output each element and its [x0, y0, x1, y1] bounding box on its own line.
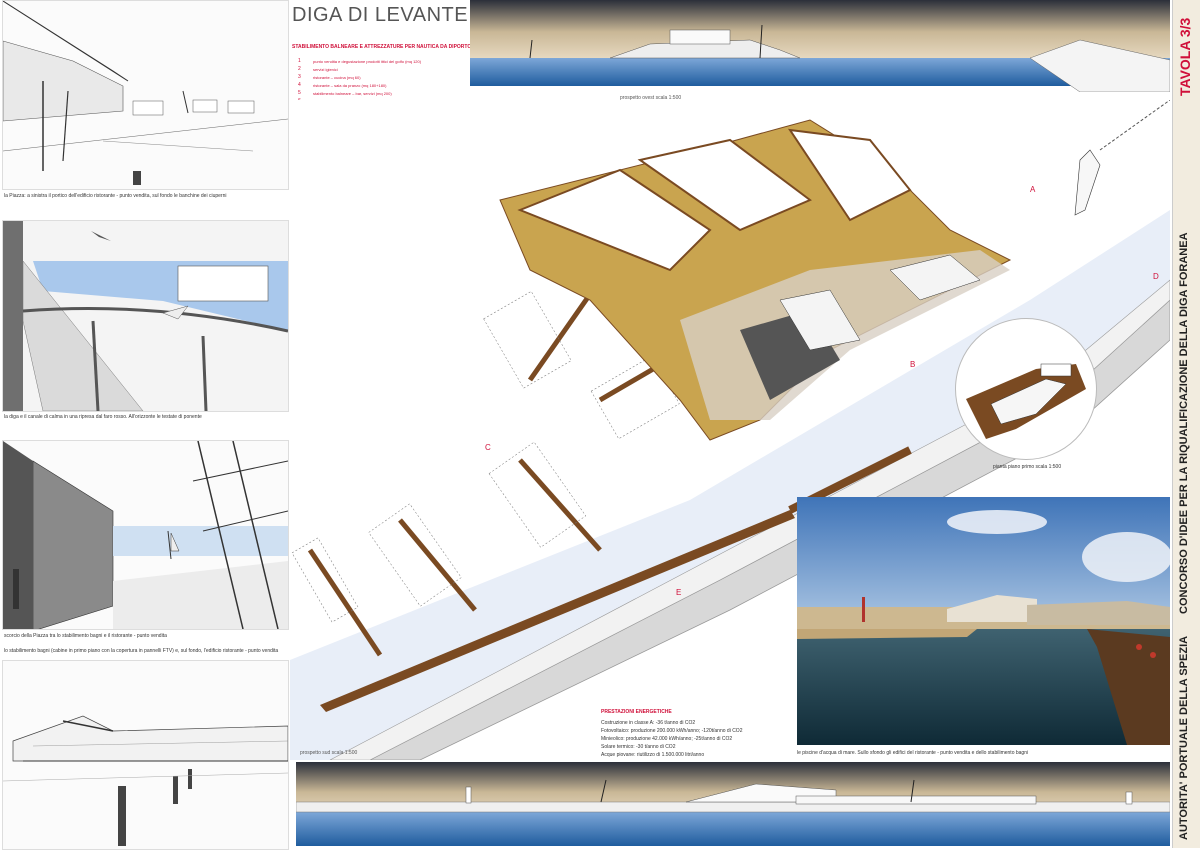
legend-num-text: stabilimento balneare – bar, servizi (mq…: [313, 91, 392, 96]
first-floor-drawing: [966, 363, 1086, 439]
energy-line: Solare termico: -30 t/anno di CO2: [601, 744, 676, 750]
legend-num-text: ristorante – sala da pranzo (mq 180+180): [313, 83, 387, 88]
render-image: [797, 497, 1170, 745]
legend-num-text: ristorante – cucina (mq 60): [313, 75, 361, 80]
sketch-piazza-drawing: [3, 1, 288, 185]
sketch-piazza: [2, 0, 289, 190]
energy-line: Minieolico: produzione 42.000 kWh/anno; …: [601, 736, 733, 742]
legend-num-text: servizi igienici: [313, 67, 338, 72]
sidebar-tavola: TAVOLA 3/3: [1177, 17, 1193, 96]
sidebar-concorso: CONCORSO D'IDEE PER LA RIQUALIFICAZIONE …: [1178, 232, 1190, 614]
elevation-top-drawing: [470, 0, 1171, 93]
legend-num: 3: [298, 74, 301, 80]
caption-elevation-bottom: prospetto sud scala 1:500: [300, 750, 358, 756]
energy-line: Fotovoltaico: produzione 200.000 kWh/ann…: [601, 728, 743, 734]
legend-num: 1: [298, 58, 301, 64]
sketch-diga-drawing: [3, 221, 288, 411]
elevation-bottom: [295, 762, 1171, 846]
render-drawing: [797, 497, 1170, 745]
sketch-scorcio-drawing: [3, 441, 288, 629]
legend-num: 4: [298, 82, 301, 88]
caption-render: le piscine d'acqua di mare. Sullo sfondo…: [797, 750, 1029, 756]
page-subtitle: STABILIMENTO BALNEARE E ATTREZZATURE PER…: [292, 44, 472, 50]
sketch-piazza-scorcio: [2, 440, 289, 630]
elevation-top: [470, 0, 1171, 93]
caption-sketch3: scorcio della Piazza tra lo stabilimento…: [4, 633, 167, 639]
elevation-bottom-drawing: [295, 762, 1171, 846]
energy-line: Acque piovane: riutilizzo di 1.500.000 l…: [601, 752, 705, 758]
sketch-diga: [2, 220, 289, 412]
energy-line: Costruzione in classe A: -36 t/anno di C…: [601, 720, 696, 726]
sketch-stabilimento: [2, 660, 289, 850]
energy-title: PRESTAZIONI ENERGETICHE: [601, 709, 672, 715]
sidebar-autorita: AUTORITA' PORTUALE DELLA SPEZIA: [1178, 635, 1190, 840]
title-sidebar: TAVOLA 3/3 CONCORSO D'IDEE PER LA RIQUAL…: [1172, 0, 1200, 848]
caption-sketch4: lo stabilimento bagni (cabine in primo p…: [4, 648, 279, 654]
caption-first-floor: pianta piano primo scala 1:500: [993, 464, 1062, 470]
caption-sketch1: la Piazza: a sinistra il portico dell'ed…: [4, 193, 227, 199]
map-label-b: B: [910, 360, 916, 369]
map-label-e: E: [676, 588, 682, 597]
first-floor-plan: [955, 318, 1097, 460]
legend-num: 5: [298, 90, 301, 96]
legend-num-text: punto vendita e degustazione prodotti it…: [313, 59, 422, 64]
sketch-stabilimento-drawing: [3, 715, 288, 846]
legend-num: 2: [298, 66, 301, 72]
page-title: DIGA DI LEVANTE: [292, 4, 469, 26]
map-label-d: D: [1153, 272, 1159, 281]
caption-sketch2: la diga e il canale di calma in una ripr…: [4, 414, 202, 420]
map-label-c: C: [485, 443, 491, 452]
map-label-a: A: [1030, 185, 1036, 194]
